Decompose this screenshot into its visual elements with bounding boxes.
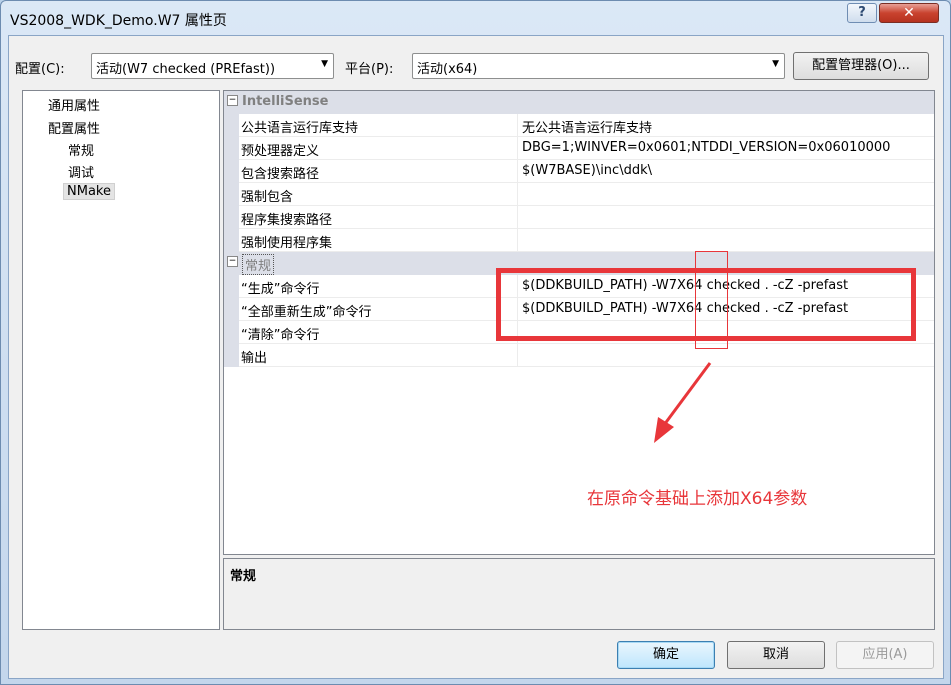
window-title: VS2008_WDK_Demo.W7 属性页 — [10, 13, 227, 29]
close-button[interactable]: ✕ — [879, 3, 939, 23]
tree-item-config-properties[interactable]: 配置属性 — [45, 118, 103, 137]
property-row[interactable]: 强制使用程序集 — [224, 229, 934, 252]
cancel-button[interactable]: 取消 — [727, 641, 825, 669]
property-name: 程序集搜索路径 — [241, 213, 333, 228]
config-manager-button[interactable]: 配置管理器(O)... — [793, 52, 929, 80]
property-row[interactable]: 强制包含 — [224, 183, 934, 206]
property-name: 包含搜索路径 — [241, 167, 320, 182]
property-name: 强制使用程序集 — [241, 236, 333, 251]
property-name: 强制包含 — [241, 190, 294, 205]
platform-dropdown-value: 活动(x64) — [417, 62, 478, 77]
property-row[interactable]: 公共语言运行库支持 无公共语言运行库支持 — [224, 114, 934, 137]
property-name: “生成”命令行 — [241, 282, 320, 297]
config-dropdown-value: 活动(W7 checked (PREfast)) — [96, 62, 276, 77]
apply-button[interactable]: 应用(A) — [836, 641, 934, 669]
dialog-client-area: 配置(C): 活动(W7 checked (PREfast)) ▼ 平台(P):… — [8, 35, 944, 679]
ok-button[interactable]: 确定 — [617, 641, 715, 669]
config-label: 配置(C): — [15, 62, 65, 77]
tree-item-debugging[interactable]: 调试 — [65, 162, 97, 181]
platform-label: 平台(P): — [345, 62, 394, 77]
property-row[interactable]: 预处理器定义 DBG=1;WINVER=0x0601;NTDDI_VERSION=… — [224, 137, 934, 160]
category-intellisense[interactable]: − IntelliSense — [224, 91, 934, 114]
annotation-x64-marker — [695, 251, 728, 349]
dropdown-arrow-icon: ▼ — [321, 59, 328, 69]
property-name: 预处理器定义 — [241, 144, 320, 159]
property-value: $(W7BASE)\inc\ddk\ — [522, 163, 652, 178]
dropdown-arrow-icon: ▼ — [772, 59, 779, 69]
category-label: 常规 — [242, 254, 275, 275]
category-label: IntelliSense — [242, 94, 329, 109]
description-title: 常规 — [230, 569, 257, 584]
property-value: 无公共语言运行库支持 — [522, 121, 653, 136]
platform-dropdown[interactable]: 活动(x64) ▼ — [412, 53, 785, 79]
collapse-icon[interactable]: − — [227, 95, 238, 106]
property-value: DBG=1;WINVER=0x0601;NTDDI_VERSION=0x0601… — [522, 140, 891, 155]
properties-dialog: VS2008_WDK_Demo.W7 属性页 ? ✕ 配置(C): 活动(W7 … — [0, 0, 951, 685]
property-name: “全部重新生成”命令行 — [241, 305, 372, 320]
config-dropdown[interactable]: 活动(W7 checked (PREfast)) ▼ — [91, 53, 334, 79]
property-name: 输出 — [241, 351, 268, 366]
property-row[interactable]: 输出 — [224, 344, 934, 367]
property-name: “清除”命令行 — [241, 328, 320, 343]
property-row[interactable]: 程序集搜索路径 — [224, 206, 934, 229]
property-name: 公共语言运行库支持 — [241, 121, 359, 136]
tree-item-common-properties[interactable]: 通用属性 — [45, 95, 103, 114]
title-bar[interactable]: VS2008_WDK_Demo.W7 属性页 ? ✕ — [1, 1, 950, 35]
collapse-icon[interactable]: − — [227, 256, 238, 267]
description-pane: 常规 — [223, 558, 935, 630]
property-tree: 通用属性 配置属性 常规 调试 NMake — [22, 90, 220, 630]
annotation-text: 在原命令基础上添加X64参数 — [587, 489, 808, 509]
help-button[interactable]: ? — [847, 3, 877, 23]
tree-item-general[interactable]: 常规 — [65, 140, 97, 159]
tree-item-nmake[interactable]: NMake — [63, 183, 115, 200]
property-row[interactable]: 包含搜索路径 $(W7BASE)\inc\ddk\ — [224, 160, 934, 183]
annotation-arrow-icon — [654, 362, 712, 443]
